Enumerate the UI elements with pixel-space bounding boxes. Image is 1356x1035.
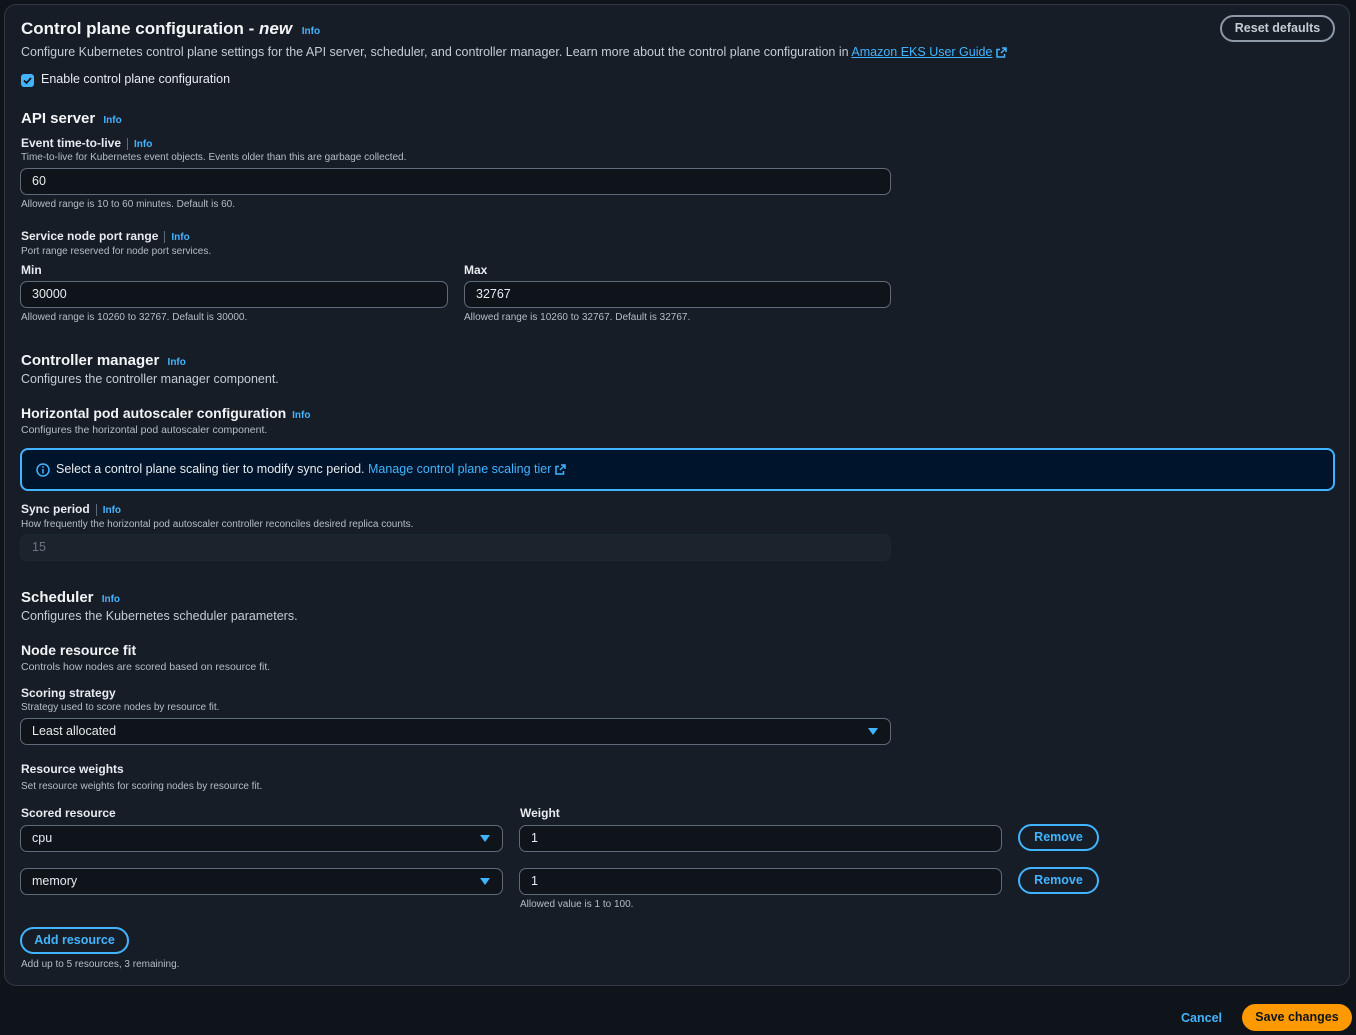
info-link[interactable]: Info	[103, 505, 121, 516]
scoring-strategy-description: Strategy used to score nodes by resource…	[21, 702, 220, 713]
resource-weights-description: Set resource weights for scoring nodes b…	[21, 781, 263, 792]
save-changes-button[interactable]: Save changes	[1242, 1004, 1352, 1031]
cancel-button[interactable]: Cancel	[1181, 1011, 1222, 1025]
remove-button[interactable]: Remove	[1018, 867, 1099, 894]
divider	[164, 230, 166, 243]
caret-down-icon	[480, 878, 490, 885]
check-icon	[23, 77, 32, 85]
alert-text: Select a control plane scaling tier to m…	[56, 462, 368, 476]
add-resource-constraint: Add up to 5 resources, 3 remaining.	[21, 959, 180, 970]
node-fit-heading: Node resource fit	[21, 642, 137, 658]
port-range-description: Port range reserved for node port servic…	[21, 246, 212, 257]
scored-resource-header: Scored resource	[21, 806, 116, 820]
divider	[95, 503, 97, 516]
weight-header: Weight	[520, 806, 560, 820]
page-description: Configure Kubernetes control plane setti…	[21, 45, 1008, 59]
enable-control-plane-checkbox[interactable]	[21, 74, 34, 87]
info-link[interactable]: Info	[302, 26, 320, 37]
hpa-description: Configures the horizontal pod autoscaler…	[21, 424, 268, 436]
sync-period-input: 15	[20, 534, 891, 561]
caret-down-icon	[480, 835, 490, 842]
enable-control-plane-label[interactable]: Enable control plane configuration	[41, 72, 230, 86]
divider	[127, 137, 129, 150]
node-fit-description: Controls how nodes are scored based on r…	[21, 661, 271, 673]
min-port-constraint: Allowed range is 10260 to 32767. Default…	[21, 312, 248, 323]
max-port-label: Max	[464, 263, 488, 277]
event-ttl-description: Time-to-live for Kubernetes event object…	[21, 152, 407, 163]
api-server-heading: API server Info	[21, 110, 122, 127]
page-title-text: Control plane configuration -	[21, 19, 259, 38]
controller-manager-heading: Controller manager Info	[21, 352, 186, 369]
event-ttl-label: Event time-to-live Info	[21, 136, 152, 150]
info-circle-icon	[36, 463, 50, 477]
remove-button[interactable]: Remove	[1018, 824, 1099, 851]
external-link-icon	[996, 47, 1008, 58]
alert-message: Select a control plane scaling tier to m…	[56, 462, 567, 476]
controller-manager-description: Configures the controller manager compon…	[21, 372, 279, 386]
scored-resource-value: memory	[32, 874, 78, 888]
info-link[interactable]: Info	[103, 115, 121, 126]
event-ttl-input[interactable]: 60	[20, 168, 891, 195]
sync-period-label: Sync period Info	[21, 502, 121, 516]
page-description-text: Configure Kubernetes control plane setti…	[21, 45, 852, 59]
max-port-input[interactable]: 32767	[464, 281, 891, 308]
info-link[interactable]: Info	[171, 232, 189, 243]
scheduler-heading: Scheduler Info	[21, 589, 120, 606]
controller-manager-title: Controller manager	[21, 352, 160, 369]
scoring-strategy-value: Least allocated	[32, 724, 117, 738]
caret-down-icon	[868, 728, 878, 735]
min-port-input[interactable]: 30000	[20, 281, 448, 308]
scaling-tier-alert: Select a control plane scaling tier to m…	[20, 448, 1335, 491]
event-ttl-label-text: Event time-to-live	[21, 136, 122, 150]
weight-input[interactable]: 1	[519, 825, 1002, 852]
scoring-strategy-label: Scoring strategy	[21, 686, 116, 700]
scored-resource-select[interactable]: cpu	[20, 825, 503, 852]
sync-period-description: How frequently the horizontal pod autosc…	[21, 519, 414, 530]
scored-resource-select[interactable]: memory	[20, 868, 503, 895]
max-port-constraint: Allowed range is 10260 to 32767. Default…	[464, 312, 691, 323]
scored-resource-value: cpu	[32, 831, 53, 845]
eks-user-guide-link[interactable]: Amazon EKS User Guide	[851, 45, 992, 59]
port-range-label: Service node port range Info	[21, 229, 190, 243]
scoring-strategy-select[interactable]: Least allocated	[20, 718, 891, 745]
info-link[interactable]: Info	[102, 594, 120, 605]
external-link-icon	[555, 464, 567, 475]
reset-defaults-button[interactable]: Reset defaults	[1220, 15, 1335, 42]
event-ttl-constraint: Allowed range is 10 to 60 minutes. Defau…	[21, 199, 236, 210]
page-title: Control plane configuration - new Info	[21, 19, 320, 39]
hpa-heading: Horizontal pod autoscaler configuration …	[21, 405, 310, 421]
weight-input[interactable]: 1	[519, 868, 1002, 895]
info-link[interactable]: Info	[168, 357, 186, 368]
info-link[interactable]: Info	[292, 410, 310, 421]
info-link[interactable]: Info	[134, 139, 152, 150]
weight-constraint: Allowed value is 1 to 100.	[520, 899, 634, 910]
manage-scaling-tier-link[interactable]: Manage control plane scaling tier	[368, 462, 551, 476]
api-server-title: API server	[21, 110, 96, 127]
new-badge: new	[258, 19, 293, 38]
scheduler-description: Configures the Kubernetes scheduler para…	[21, 609, 298, 623]
add-resource-button[interactable]: Add resource	[20, 927, 129, 954]
hpa-title: Horizontal pod autoscaler configuration	[21, 405, 287, 421]
port-range-label-text: Service node port range	[21, 229, 159, 243]
min-port-label: Min	[21, 263, 42, 277]
sync-period-label-text: Sync period	[21, 502, 90, 516]
scheduler-title: Scheduler	[21, 589, 94, 606]
resource-weights-label: Resource weights	[21, 762, 124, 776]
